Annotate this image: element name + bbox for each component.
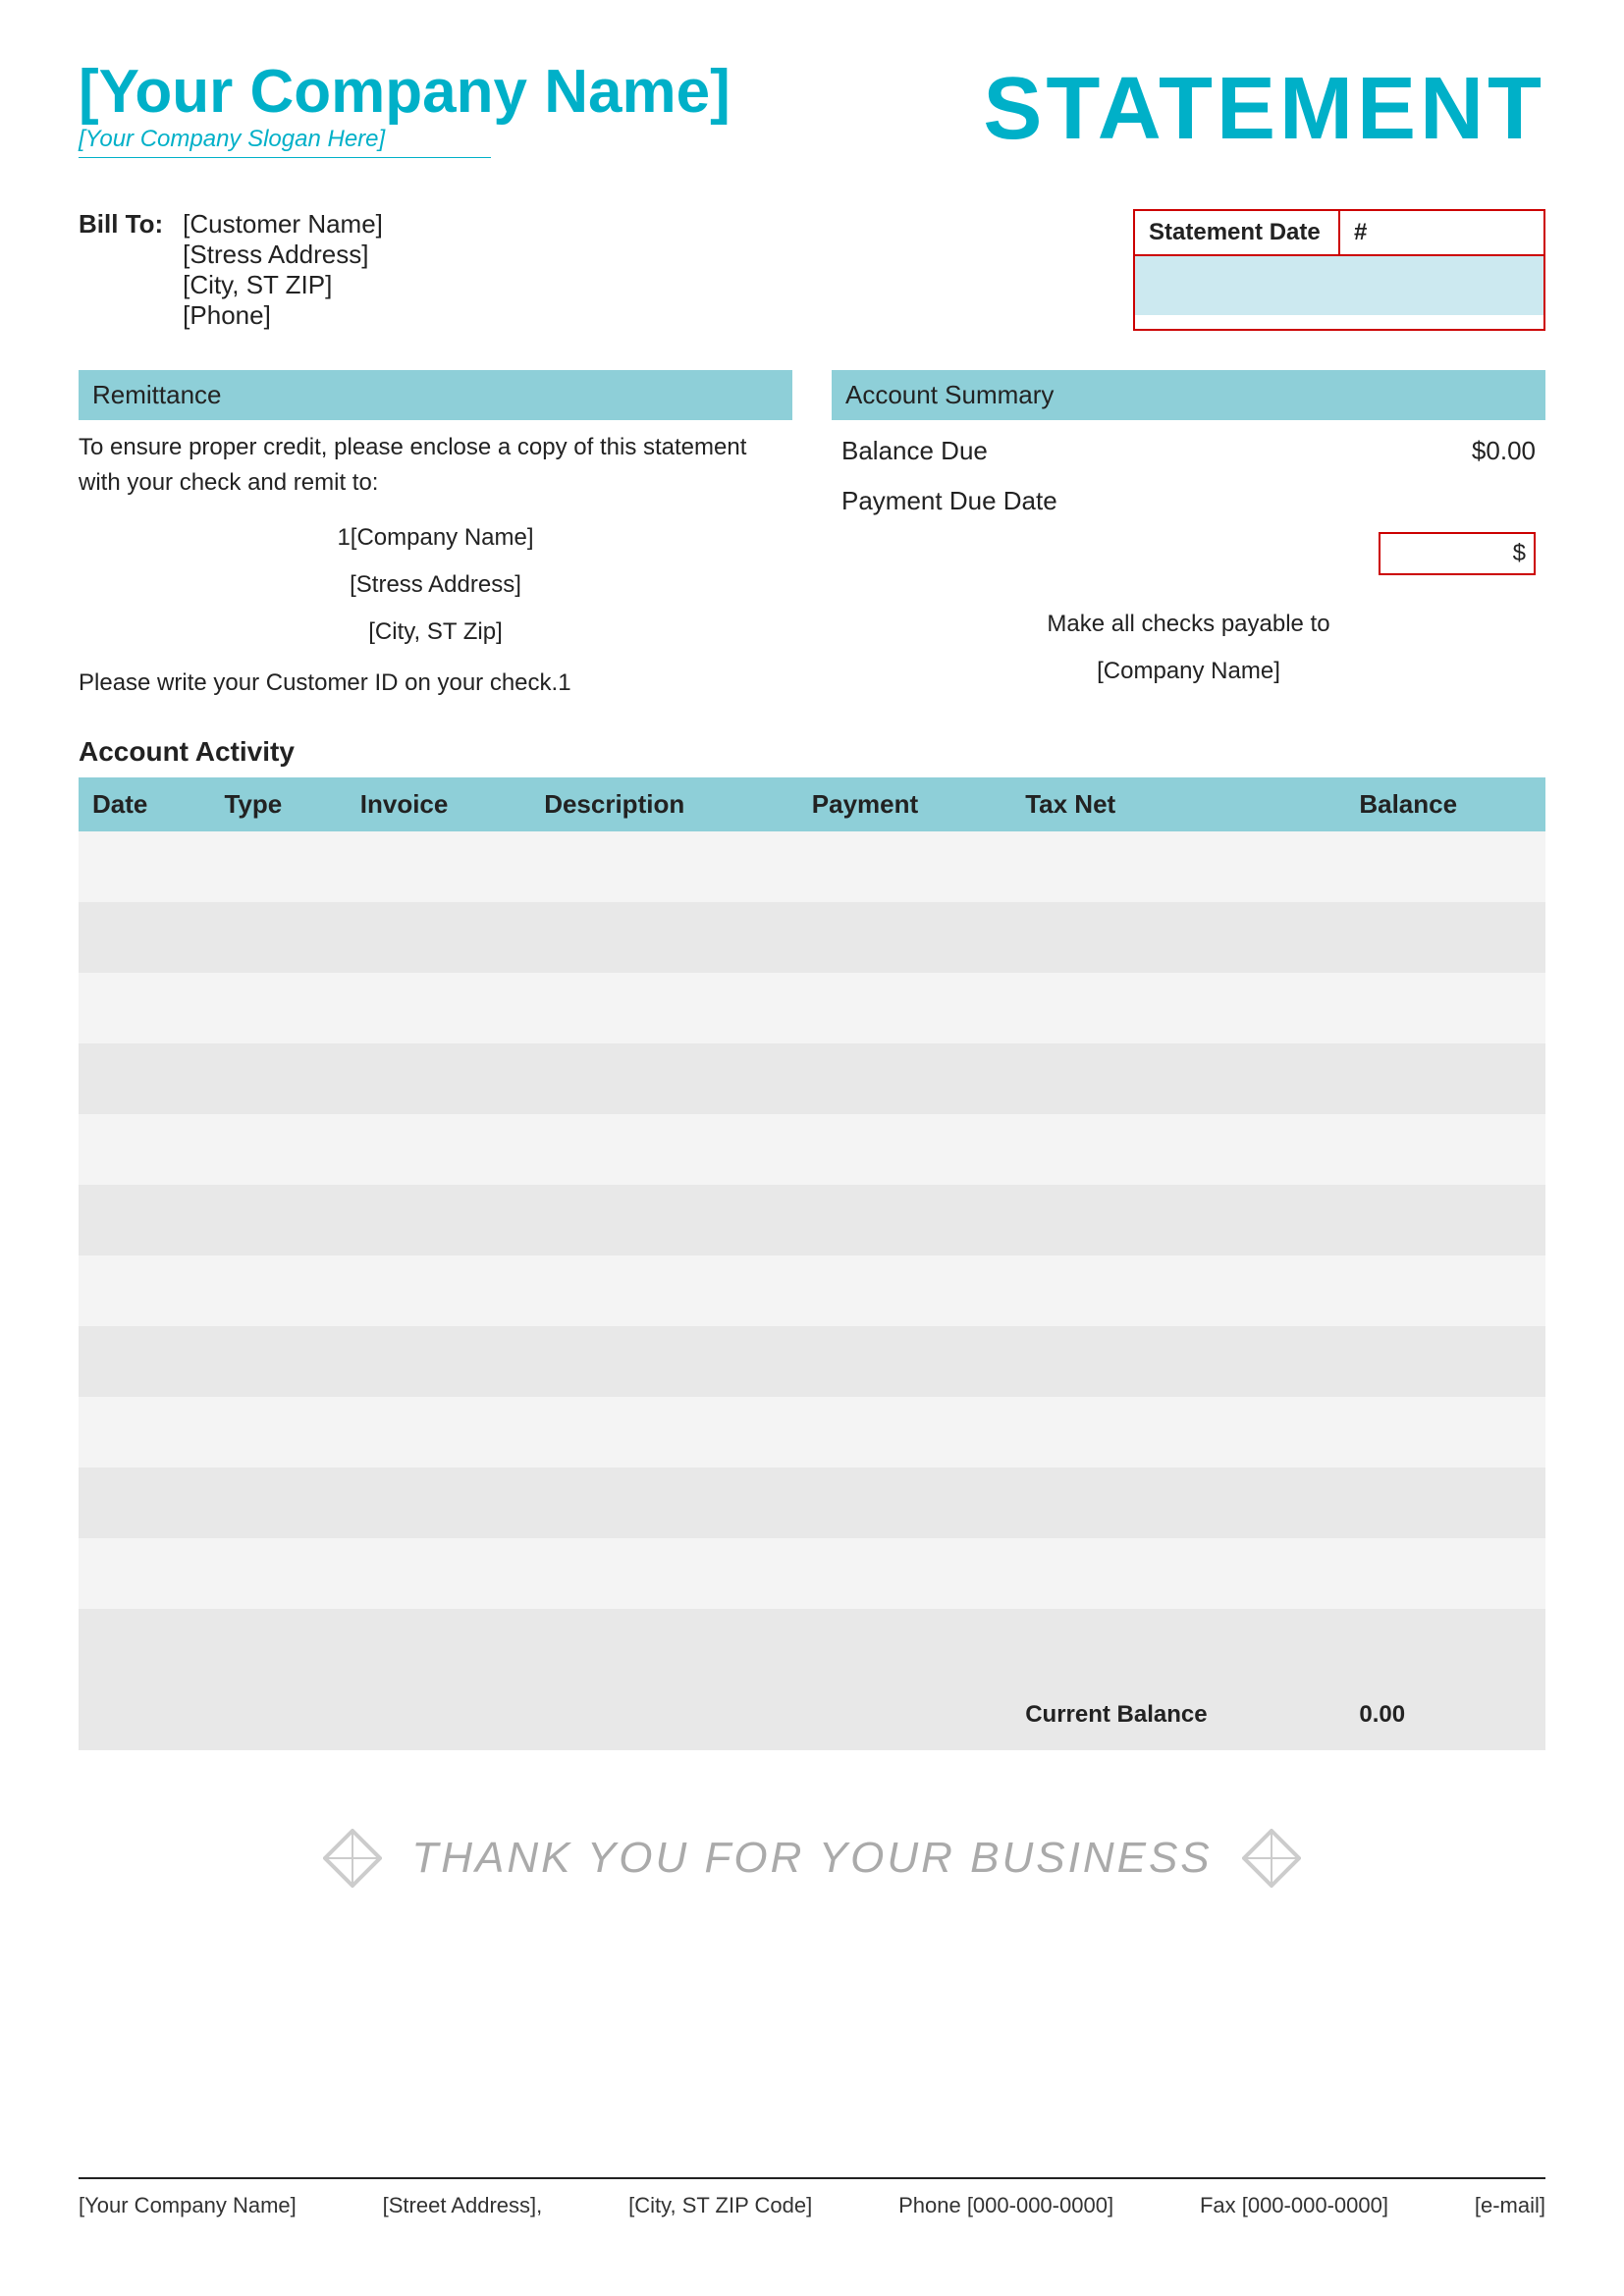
footer-phone: Phone [000-000-0000] xyxy=(898,2193,1113,2218)
current-balance-label: Current Balance xyxy=(1011,1680,1345,1750)
customer-phone: [Phone] xyxy=(183,300,383,331)
diamond-left-icon xyxy=(323,1829,382,1888)
col-type: Type xyxy=(210,777,346,831)
col-date: Date xyxy=(79,777,210,831)
info-row: Bill To: [Customer Name] [Stress Address… xyxy=(79,209,1545,331)
account-summary-header: Account Summary xyxy=(832,370,1545,420)
payment-due-input[interactable]: $ xyxy=(1379,532,1536,575)
statement-date-hash: # xyxy=(1340,211,1543,254)
account-summary-block: Account Summary Balance Due $0.00 Paymen… xyxy=(832,370,1545,697)
statement-date-body[interactable] xyxy=(1135,256,1543,315)
customer-city-state-zip: [City, ST ZIP] xyxy=(183,270,383,300)
make-checks-line1: Make all checks payable to xyxy=(832,601,1545,648)
table-row xyxy=(79,1326,1545,1397)
make-checks-line2: [Company Name] xyxy=(832,648,1545,695)
table-row xyxy=(79,1185,1545,1255)
payment-due-label: Payment Due Date xyxy=(841,486,1057,516)
statement-date-box: Statement Date # xyxy=(1133,209,1545,331)
table-row xyxy=(79,902,1545,973)
statement-date-label: Statement Date xyxy=(1135,211,1340,254)
activity-header-row: Date Type Invoice Description Payment Ta… xyxy=(79,777,1545,831)
remittance-text: To ensure proper credit, please enclose … xyxy=(79,430,792,501)
table-row xyxy=(79,1538,1545,1609)
remittance-header: Remittance xyxy=(79,370,792,420)
company-slogan: [Your Company Slogan Here] xyxy=(79,126,491,158)
remittance-footer: Please write your Customer ID on your ch… xyxy=(79,669,792,697)
account-activity-section: Account Activity Date Type Invoice Descr… xyxy=(79,736,1545,1750)
remittance-city-state-zip: [City, ST Zip] xyxy=(79,609,792,656)
balance-due-row: Balance Due $0.00 xyxy=(832,436,1545,466)
table-row xyxy=(79,1609,1545,1680)
footer-street-address: [Street Address], xyxy=(383,2193,543,2218)
statement-date-header: Statement Date # xyxy=(1135,211,1543,256)
diamond-right-icon xyxy=(1242,1829,1301,1888)
footer-company-name: [Your Company Name] xyxy=(79,2193,297,2218)
account-activity-title: Account Activity xyxy=(79,736,1545,768)
statement-title: STATEMENT xyxy=(983,59,1545,160)
activity-table-head: Date Type Invoice Description Payment Ta… xyxy=(79,777,1545,831)
header: [Your Company Name] [Your Company Slogan… xyxy=(79,59,1545,160)
bill-to-values: [Customer Name] [Stress Address] [City, … xyxy=(183,209,383,331)
remittance-company-name: 1[Company Name] xyxy=(79,514,792,561)
table-row xyxy=(79,1043,1545,1114)
remittance-address-line: [Stress Address] xyxy=(79,561,792,609)
footer-city-state-zip: [City, ST ZIP Code] xyxy=(628,2193,812,2218)
activity-table: Date Type Invoice Description Payment Ta… xyxy=(79,777,1545,1750)
page: [Your Company Name] [Your Company Slogan… xyxy=(79,59,1545,2218)
col-tax-net: Tax Net xyxy=(1011,777,1345,831)
remittance-address: 1[Company Name] [Stress Address] [City, … xyxy=(79,514,792,656)
col-payment: Payment xyxy=(798,777,1011,831)
bill-to-block: Bill To: [Customer Name] [Stress Address… xyxy=(79,209,383,331)
col-balance: Balance xyxy=(1345,777,1545,831)
dollar-sign: $ xyxy=(1513,540,1526,567)
remittance-block: Remittance To ensure proper credit, plea… xyxy=(79,370,792,697)
table-row xyxy=(79,1468,1545,1538)
bill-to-label: Bill To: xyxy=(79,209,163,331)
payment-due-row: Payment Due Date xyxy=(832,486,1545,516)
col-invoice: Invoice xyxy=(347,777,530,831)
balance-due-label: Balance Due xyxy=(841,436,988,466)
current-balance-row: Current Balance 0.00 xyxy=(79,1680,1545,1750)
table-row xyxy=(79,1255,1545,1326)
table-row xyxy=(79,1397,1545,1468)
make-checks-block: Make all checks payable to [Company Name… xyxy=(832,601,1545,695)
table-row xyxy=(79,831,1545,902)
thank-you-text: THANK YOU FOR YOUR BUSINESS xyxy=(411,1834,1212,1883)
customer-name: [Customer Name] xyxy=(183,209,383,240)
activity-table-body: Current Balance 0.00 xyxy=(79,831,1545,1750)
balance-due-value: $0.00 xyxy=(1472,436,1536,466)
table-row xyxy=(79,1114,1545,1185)
table-row xyxy=(79,973,1545,1043)
thank-you-section: THANK YOU FOR YOUR BUSINESS xyxy=(79,1829,1545,1888)
current-balance-value: 0.00 xyxy=(1345,1680,1545,1750)
mid-section: Remittance To ensure proper credit, plea… xyxy=(79,370,1545,697)
customer-address: [Stress Address] xyxy=(183,240,383,270)
col-description: Description xyxy=(530,777,798,831)
footer: [Your Company Name] [Street Address], [C… xyxy=(79,2177,1545,2218)
company-block: [Your Company Name] [Your Company Slogan… xyxy=(79,59,731,158)
footer-email: [e-mail] xyxy=(1475,2193,1545,2218)
company-name: [Your Company Name] xyxy=(79,59,731,126)
footer-fax: Fax [000-000-0000] xyxy=(1200,2193,1388,2218)
